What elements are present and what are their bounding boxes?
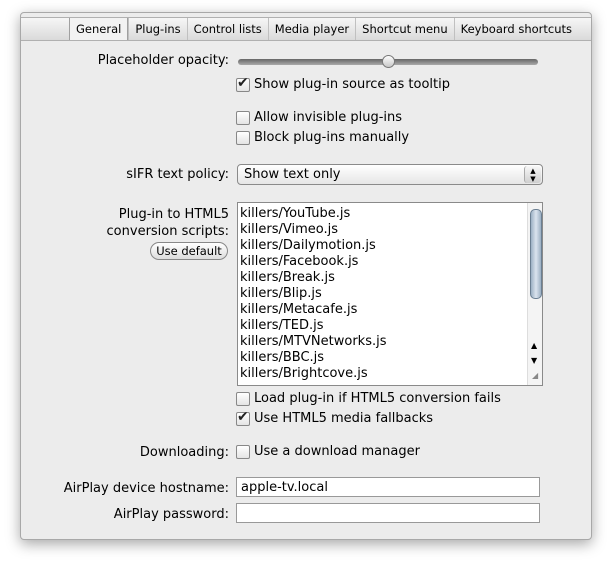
script-line: killers/Dailymotion.js (240, 238, 376, 253)
scroll-up-icon[interactable]: ▲ (531, 341, 537, 350)
scrollbar[interactable]: ▲ ▼ ◢ (527, 203, 542, 385)
airplay-hostname-label: AirPlay device hostname: (63, 481, 229, 496)
script-line: killers/Blip.js (240, 286, 322, 301)
sifr-policy-select[interactable]: Show text only ▲ ▼ (237, 164, 543, 185)
block-manually-checkbox[interactable]: Block plug-ins manually (236, 130, 409, 145)
airplay-password-input[interactable] (236, 503, 540, 523)
checkbox-label: Block plug-ins manually (254, 130, 410, 145)
script-line: killers/YouTube.js (240, 206, 351, 221)
script-line: killers/Metacafe.js (240, 302, 358, 317)
checkbox-checked-icon (236, 409, 250, 426)
conversion-label-1: Plug-in to HTML5 (118, 207, 229, 222)
scroll-down-icon[interactable]: ▼ (531, 356, 537, 365)
tab-control-lists[interactable]: Control lists (186, 18, 268, 40)
select-value: Show text only (244, 167, 341, 182)
checkbox-icon (236, 444, 250, 459)
downloading-label: Downloading: (139, 445, 229, 460)
tab-bar: General Plug-ins Control lists Media pla… (21, 17, 591, 41)
html5-fallbacks-checkbox[interactable]: Use HTML5 media fallbacks (236, 409, 434, 426)
conversion-label-2: conversion scripts: (106, 224, 229, 239)
conversion-scripts-textarea[interactable]: killers/YouTube.js killers/Vimeo.js killer… (237, 202, 543, 386)
checkbox-icon (236, 110, 250, 125)
sifr-label: sIFR text policy: (126, 167, 229, 182)
show-source-tooltip-checkbox[interactable]: Show plug-in source as tooltip (236, 75, 450, 92)
tab-shortcut-menu[interactable]: Shortcut menu (355, 18, 454, 40)
checkbox-icon (236, 391, 250, 406)
resize-grip-icon[interactable]: ◢ (532, 371, 538, 380)
checkbox-label: Use HTML5 media fallbacks (254, 411, 434, 426)
tab-keyboard-shortcuts[interactable]: Keyboard shortcuts (453, 18, 578, 40)
allow-invisible-checkbox[interactable]: Allow invisible plug-ins (236, 110, 402, 125)
slider-thumb[interactable] (382, 55, 395, 68)
airplay-password-label: AirPlay password: (113, 507, 229, 522)
tab-general[interactable]: General (69, 18, 129, 40)
tab-media-player[interactable]: Media player (267, 18, 355, 40)
checkbox-icon (236, 130, 250, 145)
use-default-button[interactable]: Use default (150, 242, 228, 260)
preferences-window: General Plug-ins Control lists Media pla… (20, 12, 592, 540)
script-line: killers/MTVNetworks.js (240, 334, 387, 349)
load-if-fails-checkbox[interactable]: Load plug-in if HTML5 conversion fails (236, 391, 501, 406)
checkbox-label: Load plug-in if HTML5 conversion fails (254, 391, 501, 406)
placeholder-opacity-slider[interactable] (238, 55, 538, 68)
checkbox-label: Use a download manager (254, 444, 420, 459)
script-line: killers/BBC.js (240, 350, 325, 365)
script-line: killers/Brightcove.js (240, 366, 368, 381)
script-line: killers/Break.js (240, 270, 335, 285)
checkbox-label: Allow invisible plug-ins (254, 110, 403, 125)
airplay-hostname-input[interactable] (236, 477, 540, 497)
script-line: killers/TED.js (240, 318, 324, 333)
script-line: killers/Vimeo.js (240, 222, 338, 237)
tab-plug-ins[interactable]: Plug-ins (128, 18, 186, 40)
download-manager-checkbox[interactable]: Use a download manager (236, 444, 420, 459)
script-line: killers/Facebook.js (240, 254, 359, 269)
updown-arrows-icon: ▲ ▼ (524, 166, 541, 183)
checkbox-checked-icon (236, 75, 250, 92)
placeholder-opacity-label: Placeholder opacity: (97, 53, 229, 68)
scroll-knob[interactable] (530, 209, 542, 299)
checkbox-label: Show plug-in source as tooltip (254, 77, 450, 92)
